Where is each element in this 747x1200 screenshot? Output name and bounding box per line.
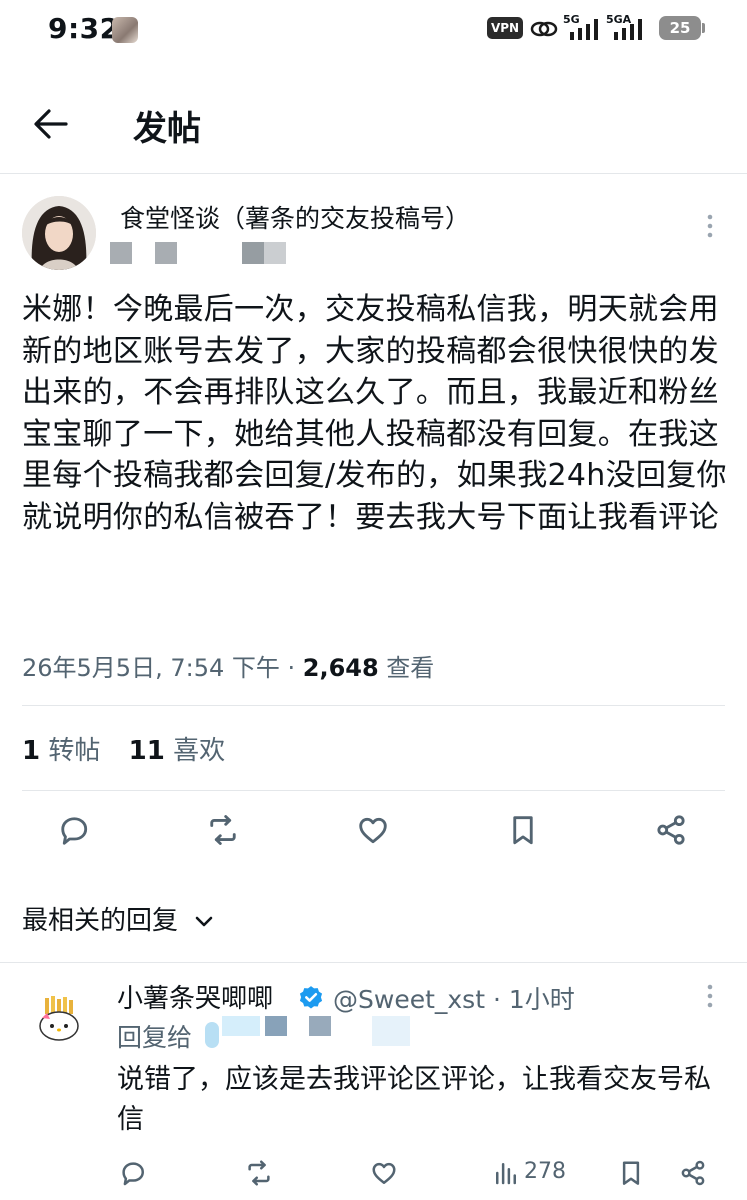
notification-thumbnail-icon <box>112 17 138 43</box>
likes-stat[interactable]: 11 喜欢 <box>129 736 225 766</box>
views-label: 查看 <box>378 654 435 682</box>
signal-icon <box>570 19 598 40</box>
views-count: 2,648 <box>302 654 379 682</box>
post-timestamp: 26年5月5日, 7:54 下午 <box>22 654 280 682</box>
redacted-mention <box>205 1022 219 1048</box>
author-avatar[interactable] <box>22 196 96 270</box>
reply-more-options-icon[interactable] <box>702 982 718 1010</box>
battery-tip <box>702 23 705 33</box>
share-button[interactable] <box>649 808 693 852</box>
reply-icon <box>122 1162 144 1186</box>
meta-divider <box>22 705 725 706</box>
redacted-mention <box>265 1016 287 1036</box>
reply-to-label: 回复给 <box>117 1023 193 1052</box>
likes-count: 11 <box>128 736 165 766</box>
replies-sort-label: 最相关的回复 <box>22 906 179 936</box>
avatar-image <box>22 196 96 270</box>
reply-reply-button[interactable] <box>111 1151 155 1195</box>
reply-bookmark-button[interactable] <box>609 1151 653 1195</box>
bookmark-icon <box>622 1161 640 1185</box>
share-icon <box>681 1160 705 1186</box>
redacted-mention <box>309 1016 331 1036</box>
page-title: 发帖 <box>133 109 201 149</box>
reply-share-button[interactable] <box>671 1151 715 1195</box>
battery-indicator: 25 <box>659 16 701 40</box>
reposts-stat[interactable]: 1 转帖 <box>22 736 100 766</box>
author-name[interactable]: 食堂怪谈（薯条的交友投稿号） <box>120 199 470 235</box>
reply-handle-time: @Sweet_xst · 1小时 <box>333 980 575 1016</box>
verified-badge-icon <box>299 986 323 1009</box>
heart-icon <box>372 1162 396 1184</box>
post-meta: 26年5月5日, 7:54 下午 · 2,648 查看 <box>22 648 434 683</box>
redacted-mention <box>372 1016 410 1046</box>
reply-views-button[interactable] <box>484 1151 528 1195</box>
back-arrow-icon[interactable] <box>32 106 70 142</box>
link-icon <box>530 21 558 37</box>
repost-button[interactable] <box>201 808 245 852</box>
reply-views-count: 278 <box>524 1159 566 1184</box>
analytics-icon <box>496 1163 516 1185</box>
redacted-handle-part <box>155 242 177 264</box>
reposts-label: 转帖 <box>40 736 101 766</box>
reply-time: · 1小时 <box>485 985 575 1014</box>
signal-icon <box>614 19 642 40</box>
redacted-handle-part <box>264 242 286 264</box>
hello-kitty-fries-avatar <box>39 996 79 1041</box>
reply-button[interactable] <box>52 808 96 852</box>
likes-label: 喜欢 <box>164 736 226 766</box>
reposts-count: 1 <box>22 736 41 766</box>
vpn-badge: VPN <box>487 17 523 39</box>
bookmark-icon <box>513 816 533 845</box>
repost-icon <box>248 1160 270 1186</box>
post-text: 米娜！今晚最后一次，交友投稿私信我，明天就会用新的地区账号去发了，大家的投稿都会… <box>22 292 727 535</box>
redacted-handle-part <box>242 242 264 264</box>
reply-repost-button[interactable] <box>237 1151 281 1195</box>
reply-like-button[interactable] <box>362 1151 406 1195</box>
like-button[interactable] <box>351 808 395 852</box>
replies-sort-dropdown[interactable]: 最相关的回复 <box>22 900 214 937</box>
redacted-handle-part <box>110 242 132 264</box>
replies-divider <box>0 962 747 963</box>
reply-author-avatar[interactable] <box>36 996 82 1042</box>
more-options-icon[interactable] <box>702 212 718 240</box>
header-divider <box>0 173 747 174</box>
meta-separator: · <box>279 654 303 682</box>
heart-icon <box>359 817 387 844</box>
bookmark-button[interactable] <box>501 808 545 852</box>
chevron-down-icon <box>195 916 213 926</box>
status-time: 9:32 <box>48 12 120 45</box>
redacted-mention <box>222 1016 260 1036</box>
engagement-stats: 1 转帖 11 喜欢 <box>22 730 225 767</box>
share-icon <box>657 815 685 845</box>
reply-author-name[interactable]: 小薯条哭唧唧 <box>117 978 273 1015</box>
repost-icon <box>210 815 236 845</box>
reply-icon <box>61 817 88 845</box>
stats-divider <box>22 790 725 791</box>
reply-text: 说错了，应该是去我评论区评论，让我看交友号私信 <box>117 1064 711 1135</box>
reply-handle[interactable]: @Sweet_xst <box>333 985 485 1014</box>
